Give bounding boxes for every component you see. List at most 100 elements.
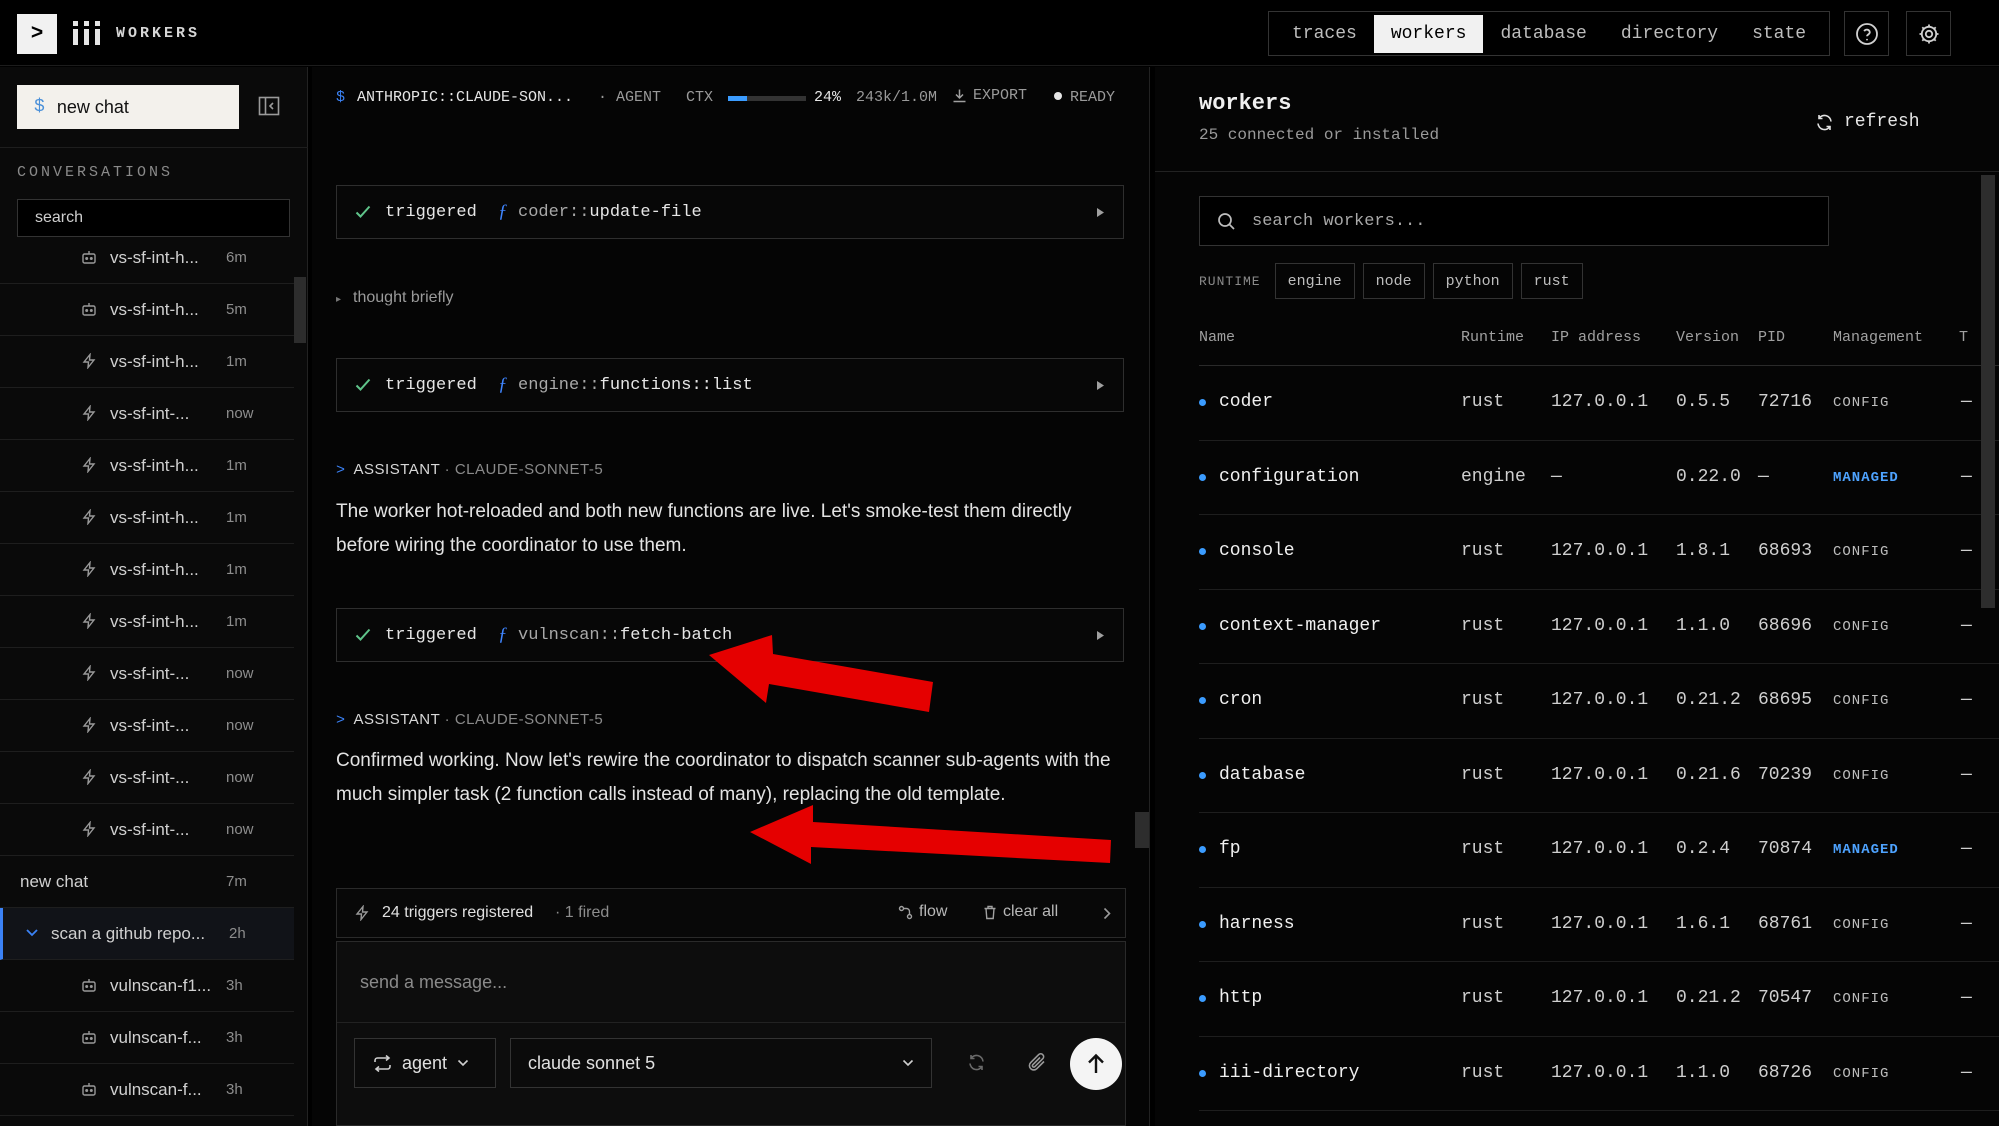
worker-search-input[interactable] xyxy=(1252,197,1812,245)
terminal-button[interactable]: > xyxy=(17,14,57,54)
export-button[interactable]: EXPORT xyxy=(952,87,1027,104)
sidebar-collapse-icon[interactable] xyxy=(258,95,280,117)
worker-runtime: rust xyxy=(1461,541,1505,561)
table-row[interactable]: harness rust 127.0.0.1 1.6.1 68761 CONFIG — xyxy=(1199,888,1999,962)
runtime-filter-rust[interactable]: rust xyxy=(1520,263,1583,299)
message-input[interactable] xyxy=(337,942,1125,1022)
runtime-filter-engine[interactable]: engine xyxy=(1274,263,1355,299)
table-row[interactable]: configuration engine — 0.22.0 — MANAGED — xyxy=(1199,441,1999,515)
conversation-item[interactable]: vs-sf-int-... now xyxy=(0,648,294,700)
conversation-item[interactable]: vs-sf-int-... now xyxy=(0,700,294,752)
conversation-item[interactable]: vs-sf-int-h... 1m xyxy=(0,596,294,648)
conversation-item[interactable]: vs-sf-int-... now xyxy=(0,388,294,440)
worker-management-badge: CONFIG xyxy=(1833,1065,1890,1082)
conversation-item[interactable]: vulnscan-f... 3h xyxy=(0,1012,294,1064)
conversation-item[interactable]: vs-sf-int-h... 1m xyxy=(0,492,294,544)
worker-pid: 68726 xyxy=(1758,1062,1813,1083)
table-row[interactable]: coder rust 127.0.0.1 0.5.5 72716 CONFIG — xyxy=(1199,366,1999,441)
clear-all-button[interactable]: clear all xyxy=(983,903,1058,921)
tool-call-card[interactable]: triggered ƒ engine::functions::list xyxy=(336,358,1124,412)
status-dot-icon xyxy=(1054,92,1062,100)
download-icon xyxy=(953,89,966,103)
conversation-item[interactable]: vs-sf-int-h... 5m xyxy=(0,284,294,336)
worker-ip: 127.0.0.1 xyxy=(1551,615,1649,636)
conversation-item-new-chat[interactable]: new chat 7m xyxy=(0,856,294,908)
tab-directory[interactable]: directory xyxy=(1604,15,1735,53)
tool-call-verb: triggered xyxy=(385,202,477,222)
conversation-time: 5m xyxy=(226,301,247,318)
composer-divider xyxy=(337,1022,1125,1023)
conversation-item[interactable]: vs-sf-int-h... 6m xyxy=(0,232,294,284)
column-header-management[interactable]: Management xyxy=(1833,329,1923,346)
table-row[interactable]: cron rust 127.0.0.1 0.21.2 68695 CONFIG — xyxy=(1199,664,1999,739)
flow-button[interactable]: flow xyxy=(898,903,947,921)
runtime-filter-label: RUNTIME xyxy=(1199,273,1261,289)
conversation-item[interactable]: vs-sf-int-h... 1m xyxy=(0,440,294,492)
conversation-group-scan-repo[interactable]: scan a github repo... 2h xyxy=(0,908,294,960)
column-header-runtime[interactable]: Runtime xyxy=(1461,329,1524,346)
tab-database[interactable]: database xyxy=(1483,15,1603,53)
message-composer: agent claude sonnet 5 xyxy=(336,941,1126,1126)
runtime-filter-node[interactable]: node xyxy=(1362,263,1425,299)
runtime-filter-python[interactable]: python xyxy=(1432,263,1513,299)
chevron-right-icon[interactable] xyxy=(1103,907,1111,920)
table-row[interactable]: fp rust 127.0.0.1 0.2.4 70874 MANAGED — xyxy=(1199,813,1999,888)
conversation-label: vs-sf-int-... xyxy=(110,403,190,423)
conversation-item[interactable]: vulnscan-f1... 3h xyxy=(0,960,294,1012)
chevron-down-icon[interactable] xyxy=(25,928,39,938)
conversation-item[interactable]: vs-sf-int-h... 1m xyxy=(0,336,294,388)
status-dot-icon xyxy=(1199,995,1206,1002)
chat-scrollbar[interactable] xyxy=(1135,812,1149,848)
thought-label: thought briefly xyxy=(353,289,454,306)
expand-play-icon[interactable] xyxy=(1096,380,1105,391)
conversation-item[interactable]: vs-sf-int-... now xyxy=(0,752,294,804)
column-header-name[interactable]: Name xyxy=(1199,329,1235,346)
regenerate-button[interactable] xyxy=(967,1053,986,1072)
model-name[interactable]: ANTHROPIC::CLAUDE-SON... xyxy=(357,89,573,106)
table-row[interactable]: database rust 127.0.0.1 0.21.6 70239 CONFIG — xyxy=(1199,739,1999,813)
conversation-item[interactable]: vulnscan-f... 3h xyxy=(0,1064,294,1116)
table-row[interactable]: context-manager rust 127.0.0.1 1.1.0 68696 CO… xyxy=(1199,590,1999,664)
worker-extra: — xyxy=(1961,988,1972,1008)
attach-button[interactable] xyxy=(1027,1051,1047,1073)
worker-management-badge: CONFIG xyxy=(1833,991,1890,1007)
table-row[interactable]: iii-directory rust 127.0.0.1 1.1.0 68726 CONF… xyxy=(1199,1037,1999,1111)
tool-call-card[interactable]: triggered ƒ coder::update-file xyxy=(336,185,1124,239)
mode-select[interactable]: agent xyxy=(354,1038,496,1088)
expand-play-icon[interactable] xyxy=(1096,630,1105,641)
tab-workers[interactable]: workers xyxy=(1373,14,1484,53)
column-header-ip[interactable]: IP address xyxy=(1551,329,1641,346)
expand-play-icon[interactable] xyxy=(1096,207,1105,218)
conversation-item[interactable]: vs-sf-int-h... 1m xyxy=(0,544,294,596)
worker-ip: 127.0.0.1 xyxy=(1551,988,1649,1008)
column-header-extra[interactable]: T xyxy=(1959,329,1968,346)
table-row[interactable]: console rust 127.0.0.1 1.8.1 68693 CONFIG — xyxy=(1199,515,1999,590)
column-header-pid[interactable]: PID xyxy=(1758,329,1785,346)
model-select[interactable]: claude sonnet 5 xyxy=(510,1038,932,1088)
tab-traces[interactable]: traces xyxy=(1275,15,1374,53)
table-row[interactable]: http rust 127.0.0.1 0.21.2 70547 CONFIG — xyxy=(1199,962,1999,1037)
new-chat-button[interactable]: $ new chat xyxy=(17,85,239,129)
worker-runtime: engine xyxy=(1461,466,1526,487)
refresh-button[interactable]: refresh xyxy=(1815,107,1920,137)
top-bar: > WORKERS traces workers database direct… xyxy=(0,0,1999,66)
column-header-version[interactable]: Version xyxy=(1676,329,1739,346)
tool-call-card[interactable]: triggered ƒ vulnscan::fetch-batch xyxy=(336,608,1124,662)
prompt-caret-icon: > xyxy=(336,462,346,479)
worker-management-badge: CONFIG xyxy=(1833,544,1890,560)
settings-button[interactable] xyxy=(1906,11,1951,56)
conversation-time: 6m xyxy=(226,249,247,266)
conversation-label: vulnscan-f1... xyxy=(110,975,212,995)
conversation-item[interactable]: vs-sf-int-... now xyxy=(0,804,294,856)
thought-toggle[interactable]: ▸ thought briefly xyxy=(336,289,454,307)
help-button[interactable] xyxy=(1844,11,1889,56)
worker-extra: — xyxy=(1961,392,1972,412)
assistant-message: Confirmed working. Now let's rewire the … xyxy=(336,750,1111,805)
tool-call-function: coder::update-file xyxy=(518,203,702,222)
tab-state[interactable]: state xyxy=(1735,15,1823,53)
role-model: · CLAUDE-SONNET-5 xyxy=(444,711,604,728)
dollar-prompt-icon: $ xyxy=(336,89,346,106)
sidebar-scrollbar[interactable] xyxy=(294,277,306,343)
workers-scrollbar[interactable] xyxy=(1981,175,1995,608)
send-button[interactable] xyxy=(1070,1038,1122,1090)
